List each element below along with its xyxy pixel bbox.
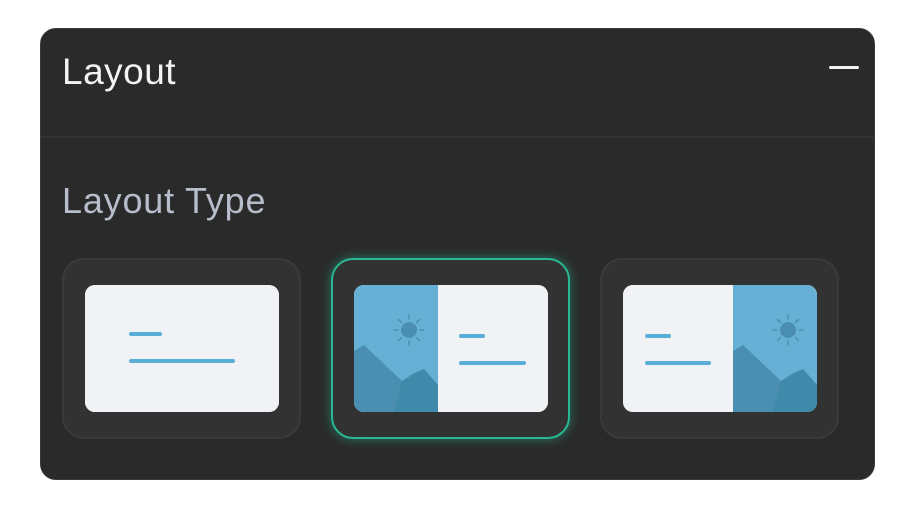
panel-header: Layout bbox=[41, 29, 874, 138]
layout-type-label: Layout Type bbox=[62, 180, 267, 221]
layout-panel: Layout Layout Type bbox=[40, 28, 875, 480]
image-left-layout-icon bbox=[354, 285, 548, 412]
panel-title: Layout bbox=[62, 51, 177, 92]
layout-option-image-left[interactable] bbox=[331, 258, 570, 439]
layout-option-image-right[interactable] bbox=[600, 258, 839, 439]
image-right-layout-icon bbox=[623, 285, 817, 412]
layout-option-text-only[interactable] bbox=[62, 258, 301, 439]
collapse-button[interactable] bbox=[824, 55, 864, 81]
text-only-layout-icon bbox=[85, 285, 279, 412]
